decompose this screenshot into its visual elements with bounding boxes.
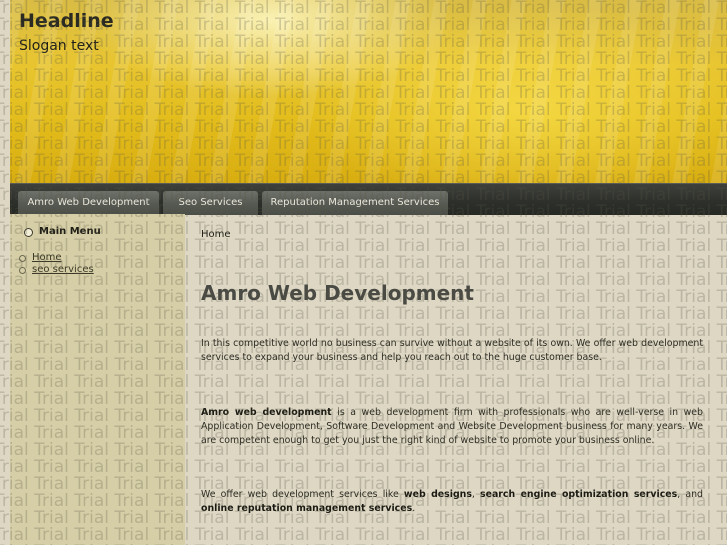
page-title: Amro Web Development bbox=[201, 281, 474, 305]
sidebar: Main Menu Home seo services bbox=[10, 214, 185, 545]
about-paragraph: Amro web development is a web developmen… bbox=[201, 406, 703, 448]
sidebar-item-label[interactable]: seo services bbox=[32, 264, 94, 275]
header-rays-decoration bbox=[10, 0, 727, 183]
sidebar-title: Main Menu bbox=[39, 226, 101, 237]
site-slogan: Slogan text bbox=[19, 38, 99, 54]
page: Headline Slogan text Amro Web Developmen… bbox=[0, 0, 727, 545]
main-nav: Amro Web Development Seo Services Reputa… bbox=[10, 183, 727, 215]
services-text-a: We offer web development services like bbox=[201, 489, 404, 500]
list-bullet-icon bbox=[19, 255, 26, 262]
company-name-strong: Amro web development bbox=[201, 407, 332, 418]
list-bullet-icon bbox=[19, 267, 26, 274]
sidebar-header: Main Menu bbox=[10, 222, 185, 244]
tab-seo-services[interactable]: Seo Services bbox=[163, 191, 258, 215]
menu-bullet-icon bbox=[24, 228, 33, 237]
sidebar-item-label[interactable]: Home bbox=[32, 252, 62, 263]
header-banner: Headline Slogan text bbox=[10, 0, 727, 183]
tab-amro-web-development[interactable]: Amro Web Development bbox=[18, 191, 159, 215]
intro-paragraph: In this competitive world no business ca… bbox=[201, 338, 703, 363]
services-text-e: , and bbox=[677, 489, 703, 500]
services-paragraph: We offer web development services like w… bbox=[201, 488, 703, 516]
tab-reputation-management-services[interactable]: Reputation Management Services bbox=[262, 191, 448, 215]
service-web-designs: web designs bbox=[403, 489, 472, 500]
service-seo: search engine optimization services bbox=[480, 489, 678, 500]
services-text-g: . bbox=[412, 503, 416, 514]
services-text-c: , bbox=[471, 489, 481, 500]
breadcrumb[interactable]: Home bbox=[201, 229, 231, 240]
service-reputation-management: online reputation management services bbox=[201, 503, 413, 514]
site-title[interactable]: Headline bbox=[19, 10, 114, 32]
